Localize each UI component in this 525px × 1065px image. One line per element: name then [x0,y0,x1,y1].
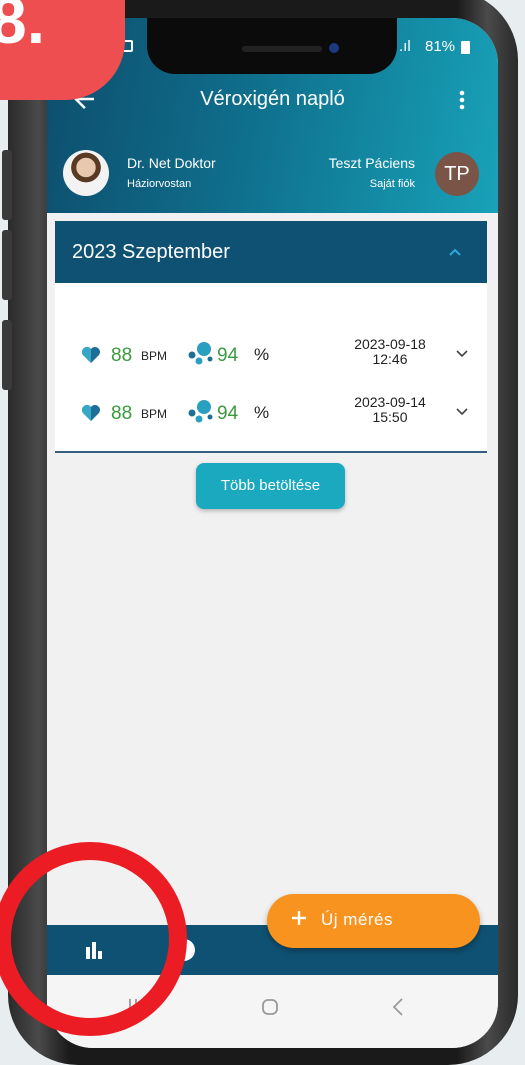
chevron-down-icon[interactable] [455,349,469,359]
plus-icon [292,911,306,925]
chevron-down-icon[interactable] [455,407,469,417]
page-title: Véroxigén napló [200,88,345,110]
measurement-row[interactable]: 88 BPM 94 % 2023-09-18 12:46 [55,335,487,375]
bpm-value: 88 [111,345,133,366]
oxygen-drops-icon [188,342,213,365]
spo2-value: 94 [217,403,239,424]
new-measurement-label: Új mérés [321,910,394,929]
more-vert-icon[interactable] [452,88,472,112]
spo2-value: 94 [217,345,239,366]
measurement-datetime: 2023-09-18 12:46 [345,337,435,367]
measurement-list: 88 BPM 94 % 2023-09-18 12:46 88 BPM 94 %… [55,283,487,453]
heart-icon [82,405,100,421]
heart-icon [82,347,100,363]
patient-name: Teszt Páciens [328,155,415,171]
phone-speaker [242,46,322,52]
patient-avatar[interactable]: TP [435,152,479,196]
phone-side-button [2,150,12,220]
month-section-header[interactable]: 2023 Szeptember [55,221,487,283]
measurement-time: 12:46 [372,351,408,367]
measurement-row[interactable]: 88 BPM 94 % 2023-09-14 15:50 [55,393,487,433]
battery-percentage: 81% [425,38,456,55]
home-icon[interactable] [260,997,280,1017]
battery-icon [461,41,470,54]
new-measurement-button[interactable]: Új mérés [267,894,480,948]
measurement-time: 15:50 [372,409,408,425]
oxygen-drops-icon [188,400,213,423]
chevron-up-icon[interactable] [445,243,465,261]
phone-side-button [2,320,12,390]
doctor-name: Dr. Net Doktor [127,155,216,171]
patient-account-label: Saját fiók [369,178,415,190]
front-camera [329,43,339,53]
bpm-value: 88 [111,403,133,424]
signal-indicator: .ıl [399,38,411,55]
bpm-unit: BPM [141,407,168,421]
load-more-button[interactable]: Több betöltése [196,463,345,509]
month-label: 2023 Szeptember [72,241,230,263]
measurement-datetime: 2023-09-14 15:50 [345,395,435,425]
highlight-circle [0,842,187,1036]
measurement-date: 2023-09-14 [354,394,426,410]
phone-side-button [2,230,12,300]
step-number: 8. [0,0,46,57]
doctor-role: Háziorvostan [127,178,192,190]
bpm-unit: BPM [141,349,168,363]
doctor-avatar[interactable] [63,150,109,196]
back-icon[interactable] [391,997,405,1017]
spo2-unit: % [254,345,270,364]
measurement-date: 2023-09-18 [354,336,426,352]
spo2-unit: % [254,403,270,422]
